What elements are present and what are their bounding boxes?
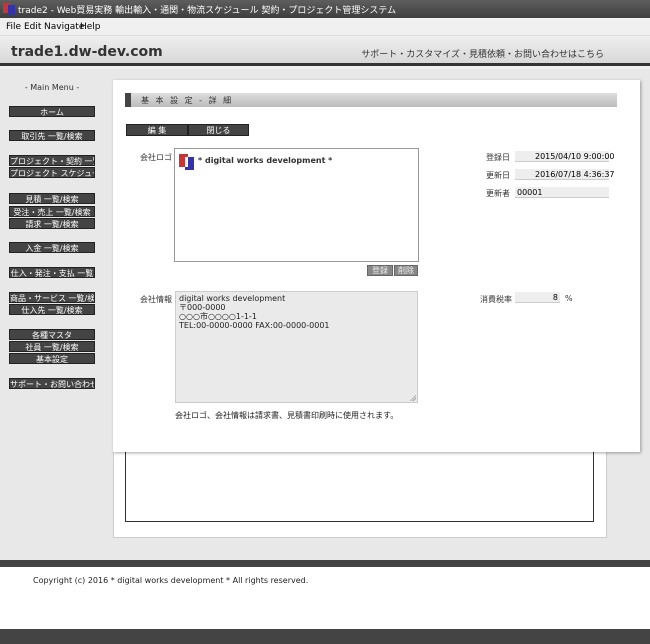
window-title: trade2 - Web貿易実務 輸出輸入・通関・物流スケジュール 契約・プロジ… [18, 6, 397, 16]
tax-label: 消費税率 [480, 295, 512, 304]
delete-logo-button[interactable]: 削除 [394, 265, 418, 276]
updated-label: 更新日 [486, 171, 510, 180]
window-titlebar: trade2 - Web貿易実務 輸出輸入・通関・物流スケジュール 契約・プロジ… [0, 0, 650, 18]
sidebar: - Main Menu - ホーム 取引先 一覧/検索 プロジェクト・契約 一覧… [0, 69, 104, 560]
company-logo-icon [179, 154, 194, 170]
sidebar-item-clients[interactable]: 取引先 一覧/検索 [9, 130, 95, 141]
usage-note: 会社ロゴ、会社情報は請求書、見積書印刷時に使用されます。 [175, 411, 399, 420]
company-info-label: 会社情報 [140, 295, 172, 304]
updater-value: 00001 [515, 187, 609, 198]
registered-label: 登録日 [486, 153, 510, 162]
edit-button[interactable]: 編 集 [126, 124, 188, 136]
footer-divider [0, 560, 650, 567]
footer-bottom-bar [0, 629, 650, 644]
sidebar-item-products[interactable]: 商品・サービス 一覧/検索 [9, 292, 95, 303]
sidebar-item-suppliers[interactable]: 仕入先 一覧/検索 [9, 304, 95, 315]
logo-text: * digital works development * [198, 156, 333, 165]
company-info-line: 〒000-0000 [179, 303, 226, 312]
sidebar-item-basic-settings[interactable]: 基本設定 [9, 353, 95, 364]
sidebar-item-home[interactable]: ホーム [9, 106, 95, 117]
tax-unit: % [565, 294, 573, 303]
menu-edit[interactable]: Edit [24, 22, 41, 32]
menu-file[interactable]: File [6, 22, 21, 32]
logo-box: * digital works development * [174, 148, 419, 262]
sidebar-item-support[interactable]: サポート・お問い合わせ [9, 378, 95, 389]
menu-help[interactable]: Help [80, 22, 101, 32]
close-button[interactable]: 閉じる [188, 124, 249, 136]
app-icon [3, 3, 15, 15]
company-info-line: ○○○市○○○○1-1-1 [179, 312, 257, 321]
tax-value: 8 [515, 292, 560, 303]
company-info-line: digital works development [179, 294, 286, 303]
copyright: Copyright (c) 2016 * digital works devel… [33, 576, 309, 585]
sidebar-item-employees[interactable]: 社員 一覧/検索 [9, 341, 95, 352]
company-info-line: TEL:00-0000-0000 FAX:00-0000-0001 [179, 321, 330, 330]
site-name[interactable]: trade1.dw-dev.com [11, 44, 163, 60]
support-link[interactable]: サポート・カスタマイズ・見積依頼・お問い合わせはこちら [361, 47, 604, 60]
sidebar-item-invoices[interactable]: 請求 一覧/検索 [9, 218, 95, 229]
menu-navigate[interactable]: Navigate [44, 22, 84, 32]
sidebar-item-payments[interactable]: 入金 一覧/検索 [9, 242, 95, 253]
sidebar-item-project-schedule[interactable]: プロジェクト スケジュール [9, 167, 95, 178]
resize-handle[interactable] [410, 395, 416, 401]
sidebar-item-orders[interactable]: 受注・売上 一覧/検索 [9, 206, 95, 217]
sidebar-item-purchases[interactable]: 仕入・発注・支払 一覧 [9, 267, 95, 278]
sidebar-item-projects[interactable]: プロジェクト・契約 一覧 [9, 155, 95, 166]
sidebar-item-masters[interactable]: 各種マスタ [9, 329, 95, 340]
section-title-text: 基 本 設 定 - 詳 細 [141, 96, 234, 105]
background-box [125, 448, 594, 522]
sidebar-item-quotes[interactable]: 見積 一覧/検索 [9, 193, 95, 204]
menubar: File Edit Navigate Help [0, 18, 650, 36]
section-title: 基 本 設 定 - 詳 細 [125, 93, 617, 107]
registered-value: 2015/04/10 9:00:00 [515, 151, 615, 162]
logo-label: 会社ロゴ [140, 153, 172, 162]
company-info-textarea[interactable]: digital works development 〒000-0000 ○○○市… [175, 291, 418, 403]
updated-value: 2016/07/18 4:36:37 [515, 169, 615, 180]
register-logo-button[interactable]: 登録 [367, 265, 393, 276]
updater-label: 更新者 [486, 189, 510, 198]
site-header: trade1.dw-dev.com サポート・カスタマイズ・見積依頼・お問い合わ… [0, 36, 650, 66]
main-menu-title: - Main Menu - [24, 83, 80, 92]
